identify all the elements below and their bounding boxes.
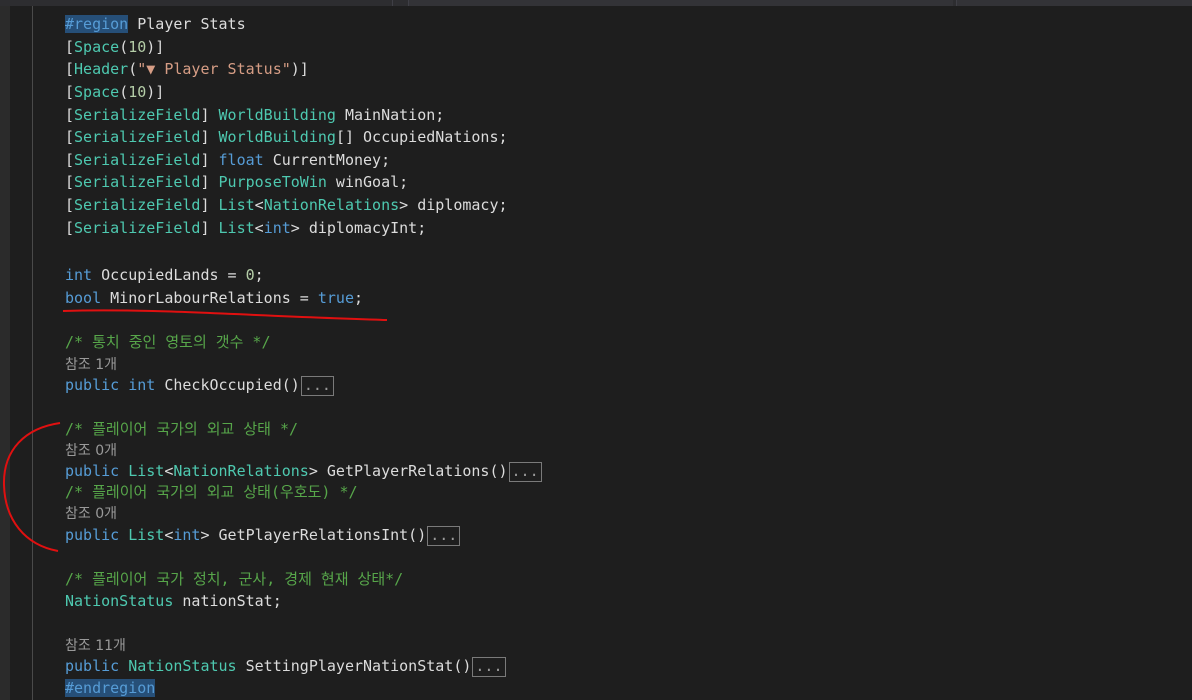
red-pen-annotations <box>2 309 388 552</box>
red-underline <box>62 309 388 321</box>
red-bracket <box>2 422 61 552</box>
